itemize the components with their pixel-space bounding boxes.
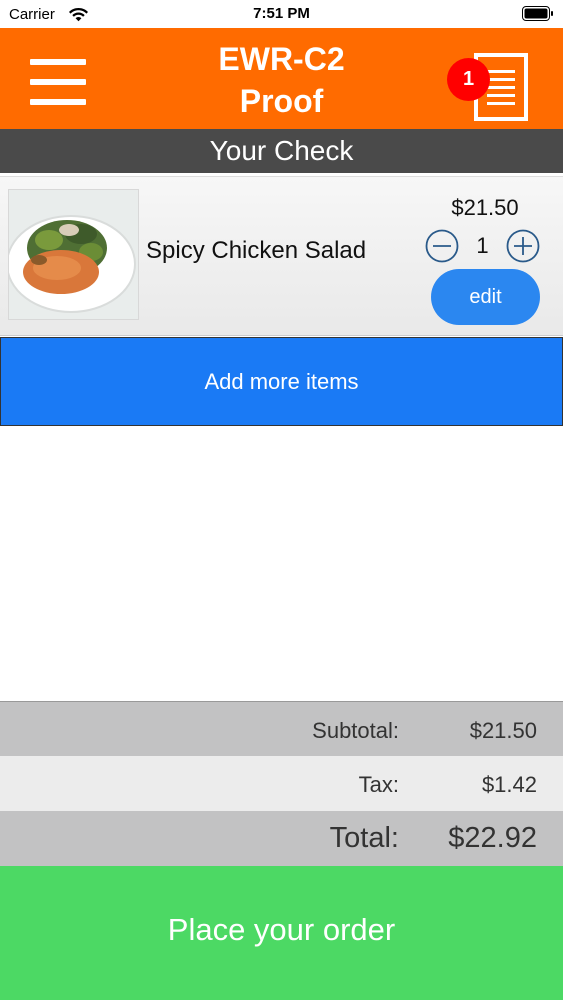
food-photo (8, 189, 139, 320)
tax-row: Tax: $1.42 (0, 756, 563, 811)
status-bar: Carrier 7:51 PM (0, 0, 563, 28)
edit-button[interactable]: edit (431, 269, 540, 325)
tax-value: $1.42 (481, 772, 537, 797)
check-count-badge: 1 (447, 58, 490, 101)
totals-panel: Subtotal: $21.50 Tax: $1.42 Total: $22.9… (0, 701, 563, 866)
subtotal-row: Subtotal: $21.50 (0, 701, 563, 756)
quantity-value: 1 (476, 233, 489, 258)
item-name[interactable]: Spicy Chicken Salad (146, 237, 366, 265)
status-time: 7:51 PM (253, 5, 310, 22)
app-header: EWR-C2 Proof 1 (0, 28, 563, 129)
subtotal-label: Subtotal: (312, 718, 399, 743)
subtotal-value: $21.50 (469, 718, 537, 743)
list-item: Spicy Chicken Salad $21.50 1 edit (0, 176, 563, 336)
add-more-items-button[interactable]: Add more items (0, 337, 563, 426)
section-title: Your Check (0, 129, 563, 173)
item-price: $21.50 (451, 195, 519, 220)
tax-label: Tax: (358, 772, 399, 797)
total-label: Total: (329, 822, 399, 854)
total-value: $22.92 (448, 822, 537, 854)
place-order-button[interactable]: Place your order (0, 866, 563, 1000)
total-row: Total: $22.92 (0, 811, 563, 866)
plus-circle-icon[interactable] (506, 229, 540, 263)
minus-circle-icon[interactable] (425, 229, 459, 263)
battery-icon (522, 6, 553, 21)
